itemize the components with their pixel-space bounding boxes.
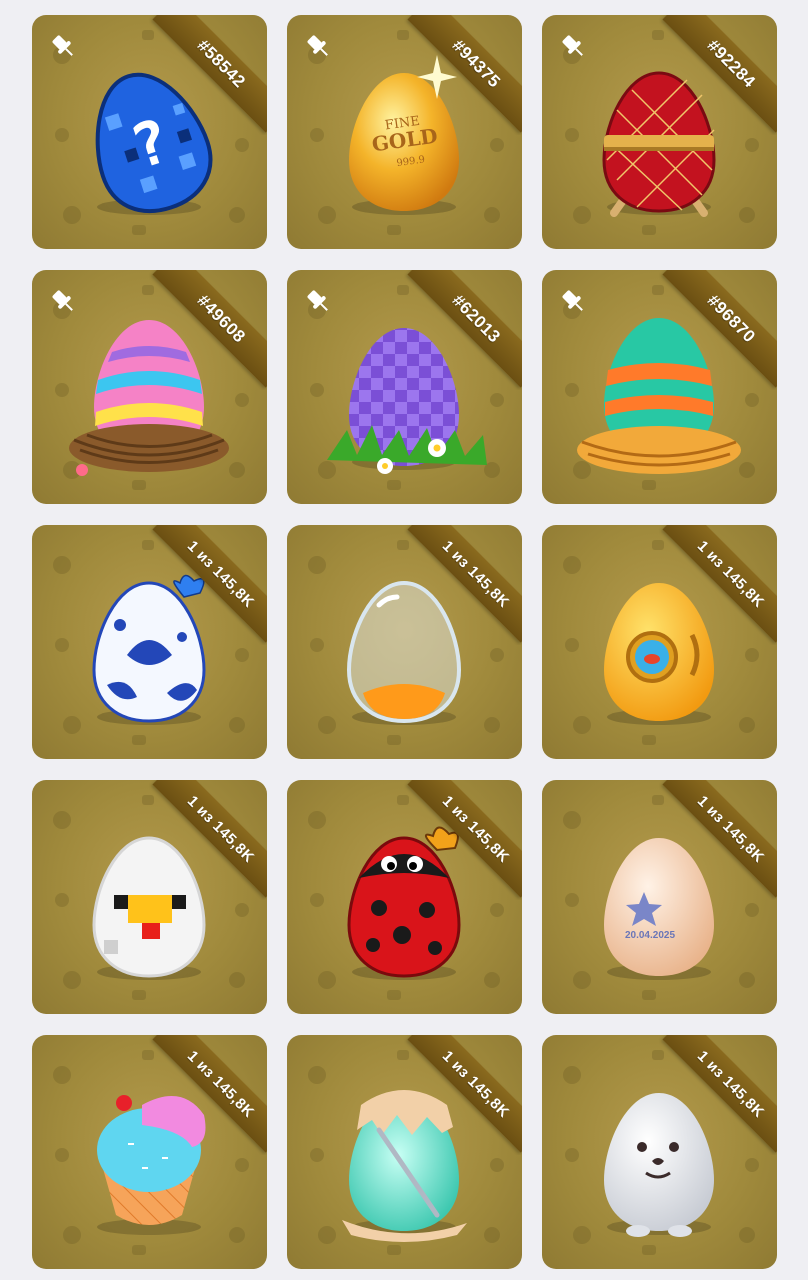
- corner-ribbon: 1 из 145,8K: [657, 780, 777, 900]
- ribbon-band: 1 из 145,8K: [407, 525, 522, 643]
- gift-badge: 1 из 145,8K: [694, 1047, 768, 1121]
- gift-badge: 1 из 145,8K: [184, 1047, 258, 1121]
- gift-card[interactable]: 20.04.2025 1 из 145,8K: [542, 780, 777, 1014]
- corner-ribbon: 1 из 145,8K: [147, 1035, 267, 1155]
- gift-badge: 1 из 145,8K: [439, 537, 513, 611]
- corner-ribbon: #49608: [147, 270, 267, 390]
- gift-card[interactable]: 1 из 145,8K: [287, 780, 522, 1014]
- gift-badge: 1 из 145,8K: [184, 537, 258, 611]
- corner-ribbon: #92284: [657, 15, 777, 135]
- corner-ribbon: #94375: [402, 15, 522, 135]
- corner-ribbon: 1 из 145,8K: [147, 780, 267, 900]
- gift-card[interactable]: #92284: [542, 15, 777, 249]
- corner-ribbon: 1 из 145,8K: [402, 1035, 522, 1155]
- gift-badge: 1 из 145,8K: [694, 537, 768, 611]
- gift-badge: 1 из 145,8K: [694, 792, 768, 866]
- gift-card[interactable]: 1 из 145,8K: [542, 525, 777, 759]
- corner-ribbon: #62013: [402, 270, 522, 390]
- corner-ribbon: #58542: [147, 15, 267, 135]
- gift-badge: #58542: [193, 35, 250, 92]
- gift-card[interactable]: #96870: [542, 270, 777, 504]
- ribbon-band: #58542: [152, 15, 267, 133]
- gift-card[interactable]: ? #58542: [32, 15, 267, 249]
- gift-card[interactable]: 1 из 145,8K: [32, 780, 267, 1014]
- gift-badge: #92284: [703, 35, 760, 92]
- gift-card[interactable]: 1 из 145,8K: [287, 1035, 522, 1269]
- ribbon-band: 1 из 145,8K: [152, 780, 267, 898]
- ribbon-band: #96870: [662, 270, 777, 388]
- gift-card[interactable]: 1 из 145,8K: [542, 1035, 777, 1269]
- ribbon-band: #49608: [152, 270, 267, 388]
- gift-card[interactable]: #62013: [287, 270, 522, 504]
- pin-icon[interactable]: [46, 284, 80, 318]
- ribbon-band: 1 из 145,8K: [152, 1035, 267, 1153]
- ribbon-band: 1 из 145,8K: [662, 780, 777, 898]
- corner-ribbon: 1 из 145,8K: [147, 525, 267, 645]
- gift-card[interactable]: FINE GOLD 999.9 #94375: [287, 15, 522, 249]
- pin-icon[interactable]: [46, 29, 80, 63]
- gift-badge: 1 из 145,8K: [439, 1047, 513, 1121]
- pin-icon[interactable]: [556, 29, 590, 63]
- ribbon-band: #92284: [662, 15, 777, 133]
- corner-ribbon: #96870: [657, 270, 777, 390]
- pin-icon[interactable]: [301, 284, 335, 318]
- gift-badge: #49608: [193, 290, 250, 347]
- gift-card[interactable]: 1 из 145,8K: [287, 525, 522, 759]
- ribbon-band: 1 из 145,8K: [407, 1035, 522, 1153]
- gift-grid: ? #58542 FINE GOLD 999.9 #94375 #92284 #…: [32, 15, 777, 1269]
- gift-badge: #96870: [703, 290, 760, 347]
- corner-ribbon: 1 из 145,8K: [402, 525, 522, 645]
- gift-card[interactable]: 1 из 145,8K: [32, 525, 267, 759]
- gift-badge: #94375: [448, 35, 505, 92]
- gift-card[interactable]: #49608: [32, 270, 267, 504]
- gift-badge: 1 из 145,8K: [439, 792, 513, 866]
- ribbon-band: 1 из 145,8K: [407, 780, 522, 898]
- pin-icon[interactable]: [556, 284, 590, 318]
- pin-icon[interactable]: [301, 29, 335, 63]
- ribbon-band: 1 из 145,8K: [662, 1035, 777, 1153]
- corner-ribbon: 1 из 145,8K: [402, 780, 522, 900]
- corner-ribbon: 1 из 145,8K: [657, 1035, 777, 1155]
- gift-badge: 1 из 145,8K: [184, 792, 258, 866]
- egg-text-date: 20.04.2025: [625, 930, 675, 941]
- ribbon-band: 1 из 145,8K: [152, 525, 267, 643]
- gift-card[interactable]: 1 из 145,8K: [32, 1035, 267, 1269]
- corner-ribbon: 1 из 145,8K: [657, 525, 777, 645]
- ribbon-band: #62013: [407, 270, 522, 388]
- gift-badge: #62013: [448, 290, 505, 347]
- ribbon-band: #94375: [407, 15, 522, 133]
- ribbon-band: 1 из 145,8K: [662, 525, 777, 643]
